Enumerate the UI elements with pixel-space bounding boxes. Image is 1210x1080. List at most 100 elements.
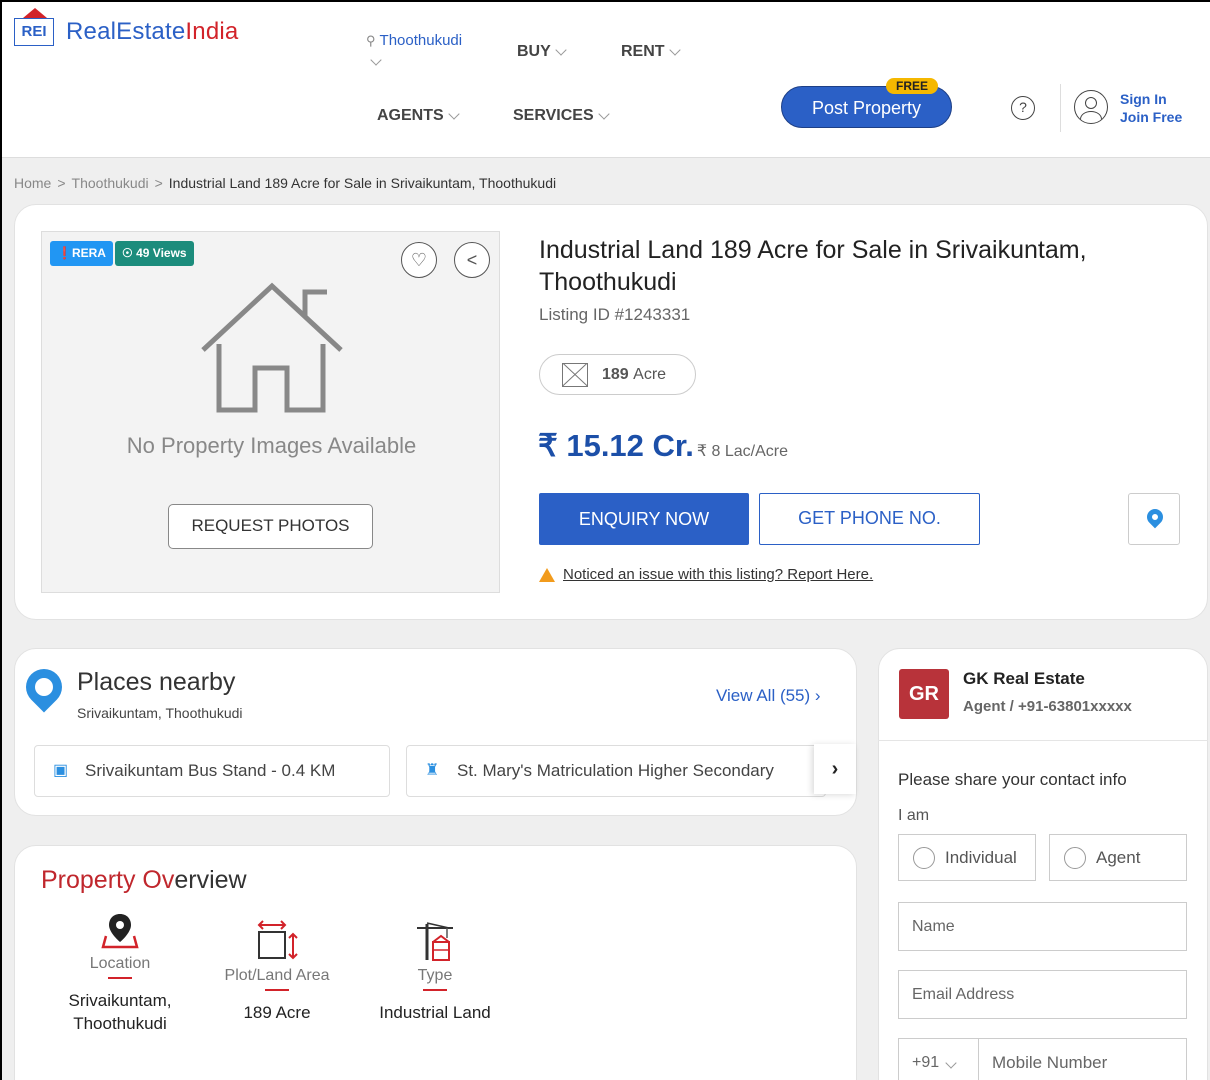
feature-area: Plot/Land Area 189 Acre (207, 920, 347, 1024)
feature-value: Industrial Land (379, 1003, 491, 1022)
area-icon (562, 362, 588, 387)
location-pin-icon: ⚲ (366, 33, 376, 48)
eye-icon: ☉ (122, 246, 133, 260)
radio-circle (913, 847, 935, 869)
places-next-button[interactable]: › (814, 744, 856, 794)
chevron-down-icon (945, 1057, 957, 1069)
radio-individual[interactable]: Individual (898, 834, 1036, 881)
mobile-number-field[interactable]: Mobile Number (978, 1038, 1187, 1080)
overview-title: Property Overview (41, 866, 247, 895)
free-badge: FREE (886, 78, 939, 94)
site-logo[interactable]: REI RealEstateIndia (14, 8, 238, 46)
i-am-label: I am (898, 807, 930, 824)
breadcrumb-city[interactable]: Thoothukudi (72, 175, 149, 191)
overview-title-accent: Property Ov (41, 866, 175, 894)
name-field[interactable]: Name (898, 902, 1187, 951)
view-all-link[interactable]: View All (55) › (716, 686, 821, 706)
logo-brand-text: RealEstate (66, 18, 186, 45)
chevron-down-icon (448, 108, 460, 120)
map-pin-icon (1143, 505, 1167, 529)
places-subtitle: Srivaikuntam, Thoothukudi (77, 705, 243, 721)
feature-value: 189 Acre (243, 1003, 311, 1022)
report-link[interactable]: Noticed an issue with this listing? Repo… (563, 566, 873, 583)
agent-avatar: GR (899, 669, 949, 719)
map-button[interactable] (1128, 493, 1180, 545)
user-icon-body (1080, 111, 1102, 123)
feature-underline (423, 989, 447, 991)
radio-agent-label: Agent (1096, 848, 1141, 867)
city-selector[interactable]: ⚲ Thoothukudi (366, 32, 462, 49)
radio-agent[interactable]: Agent (1049, 834, 1187, 881)
sign-in-link[interactable]: Sign In (1120, 90, 1182, 108)
views-badge: ☉ 49 Views (115, 241, 194, 266)
places-title: Places nearby (77, 668, 236, 696)
enquiry-now-button[interactable]: ENQUIRY NOW (539, 493, 749, 545)
help-icon[interactable]: ? (1011, 96, 1035, 120)
warning-icon (539, 567, 555, 582)
join-free-link[interactable]: Join Free (1120, 108, 1182, 126)
city-name: Thoothukudi (379, 32, 463, 49)
nav-buy-label: BUY (517, 43, 551, 60)
property-image-placeholder: ❗RERA ☉ 49 Views ♡ < No Property Images … (41, 231, 500, 593)
place-item[interactable]: ▣ Srivaikuntam Bus Stand - 0.4 KM (34, 745, 390, 797)
nav-buy[interactable]: BUY (517, 43, 567, 61)
place-name: St. Mary's Matriculation Higher Secondar… (457, 761, 774, 780)
feature-location: Location Srivaikuntam, Thoothukudi (50, 910, 190, 1035)
chevron-down-icon (597, 108, 610, 120)
no-images-text: No Property Images Available (126, 433, 417, 458)
report-listing[interactable]: Noticed an issue with this listing? Repo… (539, 566, 873, 583)
logo-brand: RealEstateIndia (66, 18, 238, 46)
rera-badge: ❗RERA (50, 241, 113, 266)
country-code-select[interactable]: +91 (898, 1038, 978, 1080)
favorite-heart-icon[interactable]: ♡ (401, 242, 437, 278)
area-icon (257, 920, 298, 960)
feature-value: Srivaikuntam, Thoothukudi (68, 991, 172, 1033)
breadcrumb-home[interactable]: Home (14, 175, 51, 191)
site-header: REI RealEstateIndia ⚲ Thoothukudi BUY REN… (0, 0, 1210, 158)
logo-mark: REI (14, 8, 54, 46)
logo-brand-accent: India (185, 18, 239, 45)
radio-circle (1064, 847, 1086, 869)
place-item[interactable]: ♜ St. Mary's Matriculation Higher Seconda… (406, 745, 826, 797)
header-divider (1060, 84, 1061, 132)
logo-roof-icon (23, 8, 47, 18)
agent-detail: Agent / +91-63801xxxxx (963, 698, 1132, 715)
agent-name[interactable]: GK Real Estate (963, 669, 1085, 689)
nav-agents[interactable]: AGENTS (377, 107, 460, 125)
price-per-unit: ₹ 8 Lac/Acre (696, 443, 788, 460)
breadcrumb-current: Industrial Land 189 Acre for Sale in Sri… (168, 175, 557, 191)
listing-title: Industrial Land 189 Acre for Sale in Sri… (539, 236, 1087, 296)
bus-icon: ▣ (53, 762, 69, 779)
house-icon (201, 282, 343, 413)
chevron-down-icon[interactable] (370, 54, 382, 66)
radio-individual-label: Individual (945, 848, 1017, 867)
location-icon (101, 914, 139, 949)
logo-mark-text: REI (21, 23, 47, 40)
nav-agents-label: AGENTS (377, 107, 444, 124)
user-icon[interactable] (1074, 90, 1108, 124)
industry-icon (417, 922, 453, 961)
nav-rent[interactable]: RENT (621, 43, 681, 61)
school-icon: ♜ (425, 762, 440, 779)
overview-title-rest: erview (174, 866, 247, 894)
feature-type: Type Industrial Land (365, 920, 505, 1024)
nav-services[interactable]: SERVICES (513, 107, 610, 125)
get-phone-button[interactable]: GET PHONE NO. (759, 493, 980, 545)
share-contact-text: Please share your contact info (898, 770, 1127, 789)
request-photos-button[interactable]: REQUEST PHOTOS (168, 504, 373, 549)
place-name: Srivaikuntam Bus Stand - 0.4 KM (85, 761, 336, 780)
email-field[interactable]: Email Address (898, 970, 1187, 1019)
breadcrumb: Home > Thoothukudi > Industrial Land 189 Acr… (14, 175, 556, 191)
breadcrumb-separator: > (57, 175, 66, 191)
area-value: 189 (602, 365, 629, 383)
share-icon[interactable]: < (454, 242, 490, 278)
user-icon-head (1085, 97, 1097, 109)
price: ₹ 15.12 Cr. ₹ 8 Lac/Acre (538, 428, 788, 464)
area-pill: 189 Acre (539, 354, 696, 395)
chevron-down-icon (555, 44, 567, 56)
feature-underline (108, 977, 132, 979)
nav-services-label: SERVICES (513, 107, 594, 124)
views-count: 49 Views (136, 246, 187, 260)
feature-label: Location (89, 955, 151, 972)
account-links: Sign In Join Free (1120, 90, 1182, 126)
